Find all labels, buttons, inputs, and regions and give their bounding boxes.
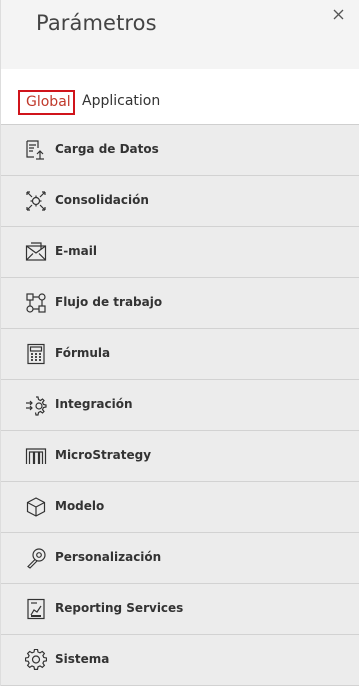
workflow-icon bbox=[25, 292, 47, 314]
item-label: Modelo bbox=[55, 499, 105, 513]
email-icon bbox=[25, 241, 47, 263]
data-upload-icon bbox=[25, 139, 47, 161]
item-label: Fórmula bbox=[55, 346, 111, 360]
settings-list: Carga de Datos Consolidación E-mail Fluj… bbox=[1, 125, 359, 686]
list-item-integracion[interactable]: Integración bbox=[1, 380, 359, 431]
tab-application-label: Application bbox=[82, 93, 161, 109]
gear-icon bbox=[25, 649, 47, 671]
list-item-email[interactable]: E-mail bbox=[1, 227, 359, 278]
close-icon[interactable] bbox=[329, 6, 347, 24]
list-item-flujo-de-trabajo[interactable]: Flujo de trabajo bbox=[1, 278, 359, 329]
consolidation-icon bbox=[25, 190, 47, 212]
calculator-icon bbox=[25, 343, 47, 365]
wrench-icon bbox=[25, 547, 47, 569]
report-icon bbox=[25, 598, 47, 620]
item-label: E-mail bbox=[55, 244, 98, 258]
item-label: MicroStrategy bbox=[55, 448, 152, 462]
panel-header: Parámetros bbox=[1, 0, 359, 69]
item-label: Sistema bbox=[55, 652, 110, 666]
settings-panel: Parámetros Global Application Carga de D… bbox=[0, 0, 359, 686]
item-label: Integración bbox=[55, 397, 133, 411]
integration-icon bbox=[25, 394, 47, 416]
tab-application[interactable]: Application bbox=[82, 93, 160, 109]
list-item-formula[interactable]: Fórmula bbox=[1, 329, 359, 380]
list-item-carga-de-datos[interactable]: Carga de Datos bbox=[1, 125, 359, 176]
list-item-consolidacion[interactable]: Consolidación bbox=[1, 176, 359, 227]
tab-global[interactable]: Global bbox=[18, 90, 75, 115]
tab-bar: Global Application bbox=[1, 69, 359, 125]
list-item-modelo[interactable]: Modelo bbox=[1, 482, 359, 533]
item-label: Reporting Services bbox=[55, 601, 184, 615]
item-label: Carga de Datos bbox=[55, 142, 159, 156]
tab-global-label: Global bbox=[26, 94, 71, 110]
panel-title: Parámetros bbox=[36, 11, 157, 35]
microstrategy-icon bbox=[25, 445, 47, 467]
cube-icon bbox=[25, 496, 47, 518]
list-item-personalizacion[interactable]: Personalización bbox=[1, 533, 359, 584]
list-item-sistema[interactable]: Sistema bbox=[1, 635, 359, 686]
item-label: Personalización bbox=[55, 550, 162, 564]
item-label: Flujo de trabajo bbox=[55, 295, 163, 309]
list-item-microstrategy[interactable]: MicroStrategy bbox=[1, 431, 359, 482]
list-item-reporting-services[interactable]: Reporting Services bbox=[1, 584, 359, 635]
item-label: Consolidación bbox=[55, 193, 149, 207]
